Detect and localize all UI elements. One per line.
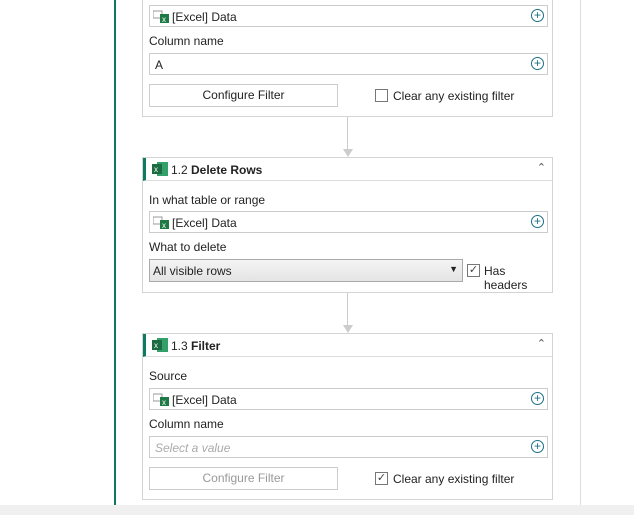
what-to-delete-label: What to delete (149, 240, 227, 254)
add-variable-icon[interactable]: + (531, 440, 544, 453)
excel-icon: x (152, 338, 168, 352)
has-headers-checkbox[interactable]: ✓ (467, 264, 480, 277)
add-variable-icon[interactable]: + (531, 215, 544, 228)
collapse-chevron-icon[interactable]: ⌃ (537, 337, 546, 350)
panel-divider (580, 0, 581, 505)
clear-filter-checkbox[interactable]: ✓ (375, 472, 388, 485)
connector-arrow-icon (343, 325, 353, 333)
delete-rows-step-card: x 1.2 Delete Rows ⌃ In what table or ran… (142, 157, 553, 293)
flow-branch-line (114, 0, 116, 505)
configure-filter-button[interactable]: Configure Filter (149, 84, 338, 107)
svg-text:x: x (154, 165, 158, 174)
step-number: 1.2 (171, 163, 188, 177)
add-variable-icon[interactable]: + (531, 9, 544, 22)
filter-step-card: x 1.3 Filter ⌃ Source x [Excel] Data + C… (142, 333, 553, 500)
svg-text:x: x (154, 341, 158, 350)
collapse-chevron-icon[interactable]: ⌃ (537, 161, 546, 174)
configure-filter-button[interactable]: Configure Filter (149, 467, 338, 490)
excel-icon: x (152, 162, 168, 176)
horizontal-scrollbar[interactable] (0, 505, 634, 515)
excel-range-icon: x (153, 10, 169, 23)
source-input[interactable]: x [Excel] Data + (149, 388, 548, 410)
add-variable-icon[interactable]: + (531, 57, 544, 70)
column-placeholder: Select a value (155, 441, 231, 455)
svg-text:x: x (162, 221, 166, 229)
svg-text:x: x (162, 15, 166, 23)
what-to-delete-select[interactable]: All visible rows ▼ (149, 259, 463, 282)
column-value: A (155, 58, 164, 72)
step-title: Filter (191, 339, 221, 353)
source-input[interactable]: x [Excel] Data + (149, 5, 548, 27)
column-name-label: Column name (149, 34, 224, 48)
table-input[interactable]: x [Excel] Data + (149, 211, 548, 233)
excel-range-icon: x (153, 216, 169, 229)
table-value: [Excel] Data (172, 216, 237, 230)
clear-filter-label: Clear any existing filter (393, 472, 515, 486)
filter-step-card-1: x [Excel] Data + Column name A + Configu… (142, 0, 553, 117)
step-header[interactable]: x 1.2 Delete Rows ⌃ (143, 158, 552, 181)
add-variable-icon[interactable]: + (531, 392, 544, 405)
select-value: All visible rows (153, 264, 232, 278)
connector-arrow-icon (343, 149, 353, 157)
clear-filter-label: Clear any existing filter (393, 89, 515, 103)
column-name-label: Column name (149, 417, 224, 431)
table-label: In what table or range (149, 193, 266, 207)
clear-filter-checkbox[interactable] (375, 89, 388, 102)
dropdown-arrow-icon: ▼ (449, 264, 458, 274)
source-value: [Excel] Data (172, 10, 237, 24)
source-value: [Excel] Data (172, 393, 237, 407)
has-headers-label: Has headers (484, 264, 528, 292)
source-label: Source (149, 369, 188, 383)
svg-text:x: x (162, 398, 166, 406)
connector-line (347, 293, 348, 325)
step-title: Delete Rows (191, 163, 263, 177)
column-name-input[interactable]: Select a value + (149, 436, 548, 458)
connector-line (347, 117, 348, 149)
excel-range-icon: x (153, 393, 169, 406)
column-name-input[interactable]: A + (149, 53, 548, 75)
step-header[interactable]: x 1.3 Filter ⌃ (143, 334, 552, 357)
step-number: 1.3 (171, 339, 188, 353)
